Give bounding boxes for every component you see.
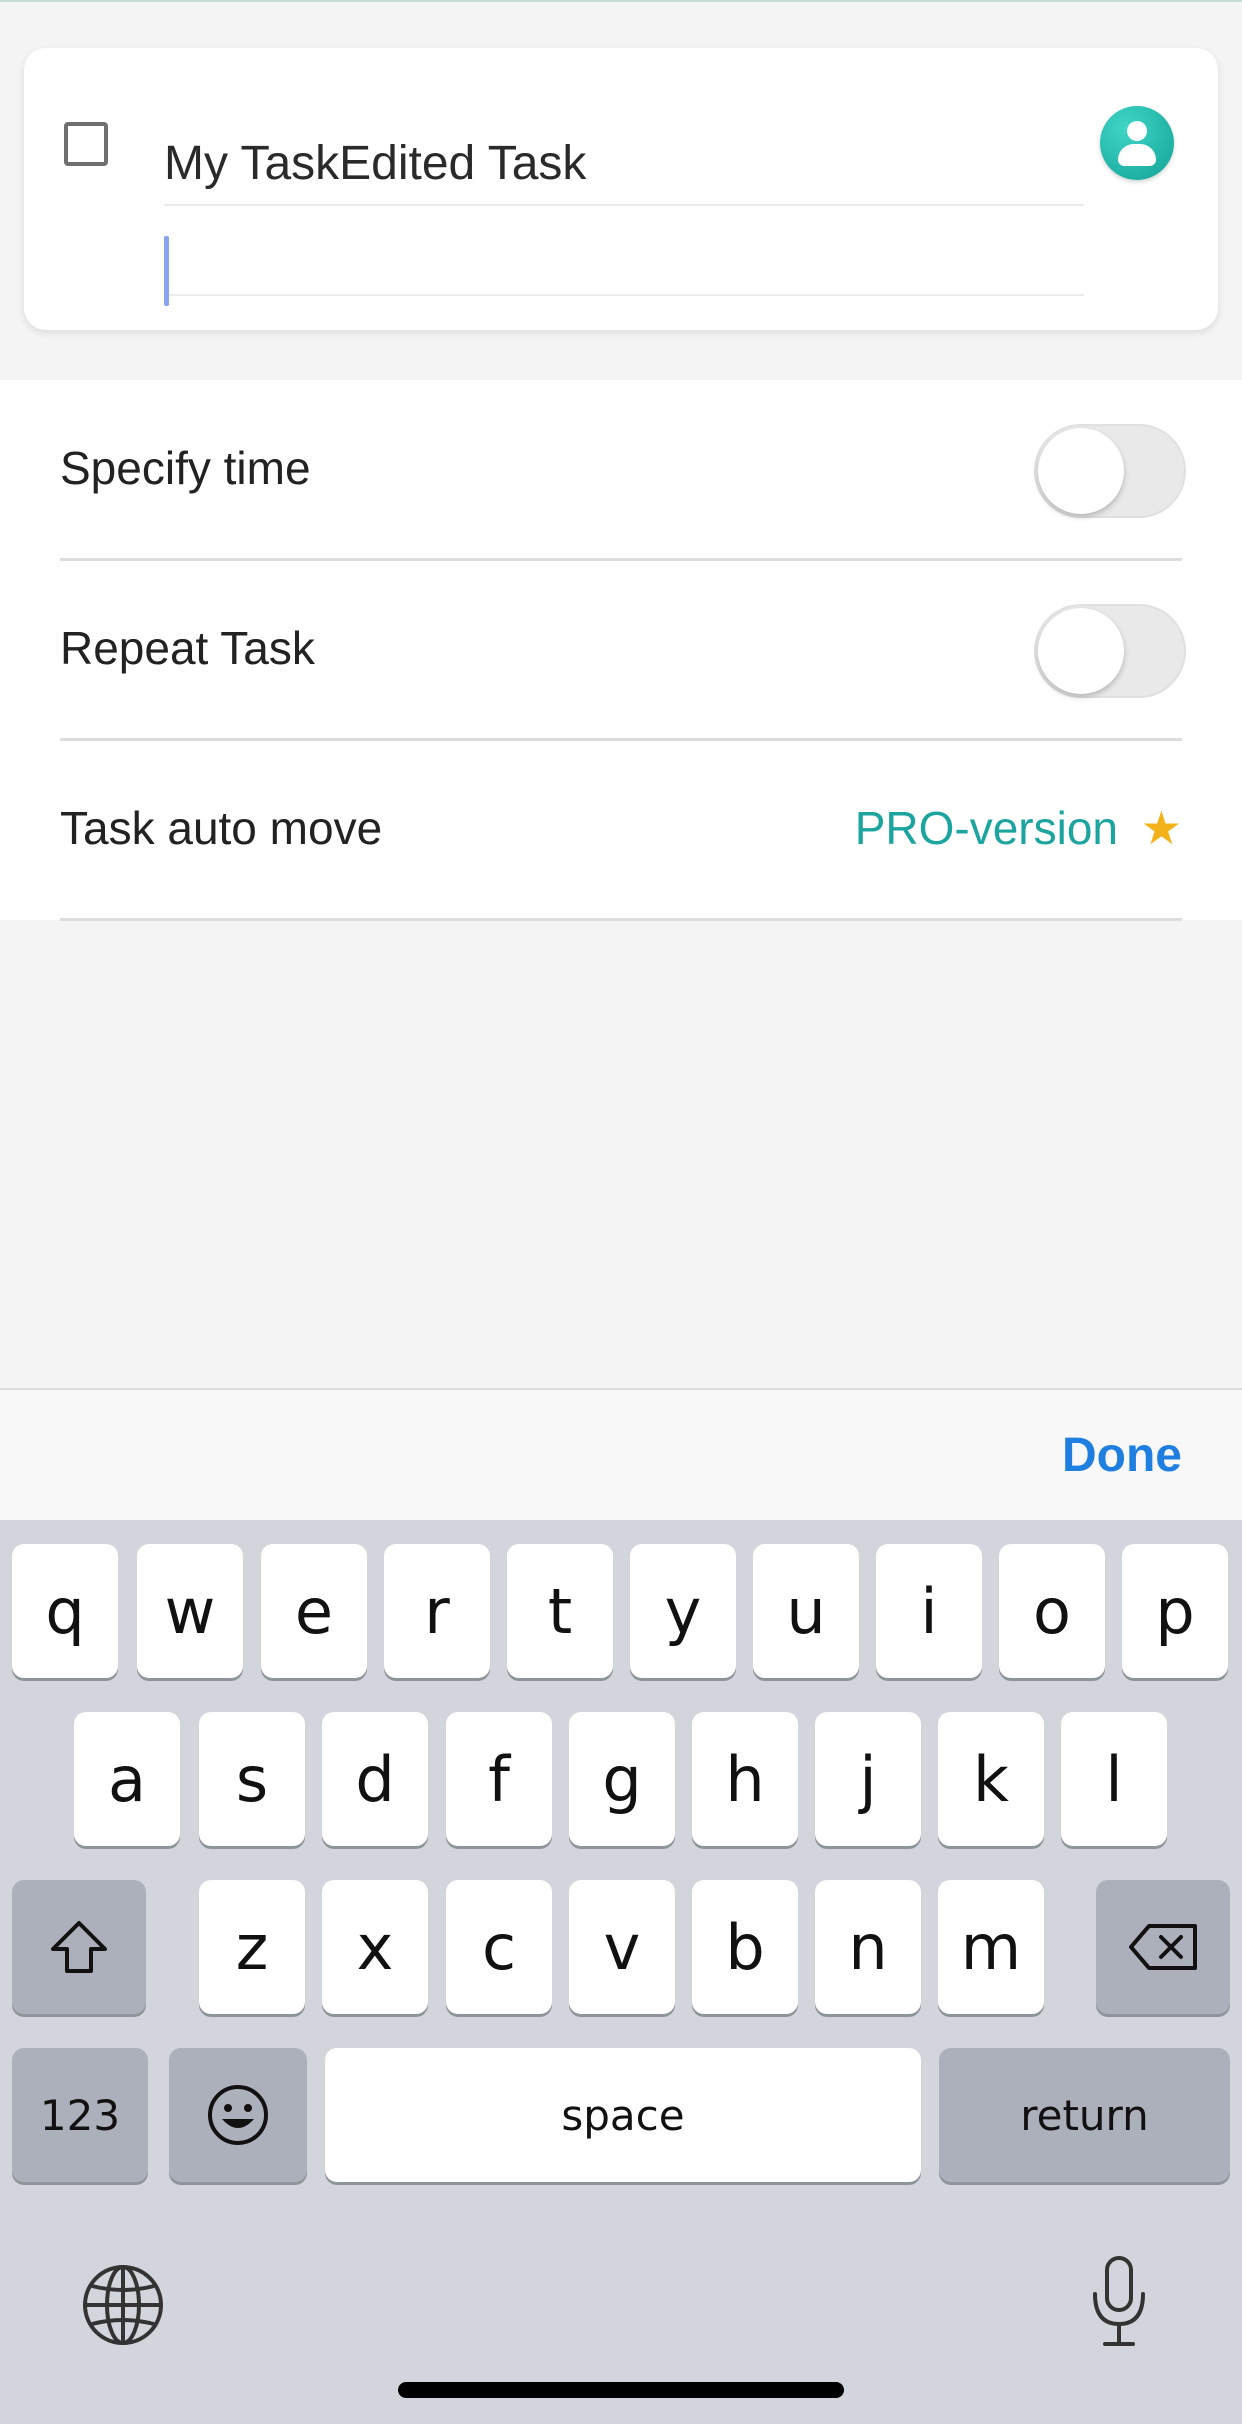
emoji-icon — [208, 2085, 268, 2145]
numbers-key[interactable]: 123 — [12, 2048, 148, 2182]
microphone-icon[interactable] — [1088, 2254, 1150, 2350]
space-key[interactable]: space — [325, 2048, 921, 2182]
key-q[interactable]: q — [12, 1544, 118, 1678]
key-c[interactable]: c — [446, 1880, 552, 2014]
specify-time-toggle[interactable] — [1034, 424, 1186, 518]
top-divider — [0, 0, 1242, 2]
key-y[interactable]: y — [630, 1544, 736, 1678]
key-x[interactable]: x — [322, 1880, 428, 2014]
task-title-input[interactable]: My TaskEdited Task — [164, 124, 1084, 206]
key-o[interactable]: o — [999, 1544, 1105, 1678]
pro-version-link[interactable]: PRO-version — [855, 798, 1118, 858]
text-cursor — [164, 236, 169, 306]
repeat-task-toggle[interactable] — [1034, 604, 1186, 698]
backspace-key[interactable] — [1096, 1880, 1230, 2014]
shift-key[interactable] — [12, 1880, 146, 2014]
key-a[interactable]: a — [74, 1712, 180, 1846]
key-g[interactable]: g — [569, 1712, 675, 1846]
setting-row-specify-time: Specify time — [60, 380, 1186, 561]
toggle-knob — [1038, 608, 1124, 694]
key-n[interactable]: n — [815, 1880, 921, 2014]
key-d[interactable]: d — [322, 1712, 428, 1846]
key-r[interactable]: r — [384, 1544, 490, 1678]
key-t[interactable]: t — [507, 1544, 613, 1678]
task-card: My TaskEdited Task — [24, 48, 1218, 330]
specify-time-label: Specify time — [60, 442, 311, 494]
task-settings-list: Specify time Repeat Task Task auto move … — [0, 380, 1242, 921]
emoji-key[interactable] — [169, 2048, 307, 2182]
shift-arrow-icon — [51, 1921, 107, 1973]
keyboard-accessory-bar: Done — [0, 1388, 1242, 1522]
key-k[interactable]: k — [938, 1712, 1044, 1846]
key-b[interactable]: b — [692, 1880, 798, 2014]
key-e[interactable]: e — [261, 1544, 367, 1678]
setting-row-task-auto-move[interactable]: Task auto move PRO-version ★ — [60, 740, 1182, 921]
repeat-task-label: Repeat Task — [60, 622, 315, 674]
key-p[interactable]: p — [1122, 1544, 1228, 1678]
globe-icon[interactable] — [80, 2262, 166, 2348]
keyboard: q w e r t y u i o p a s d f g h j k l z … — [0, 1520, 1242, 2424]
home-indicator — [398, 2382, 844, 2398]
key-h[interactable]: h — [692, 1712, 798, 1846]
key-z[interactable]: z — [199, 1880, 305, 2014]
star-icon: ★ — [1140, 802, 1182, 854]
setting-row-repeat-task: Repeat Task — [60, 560, 1186, 741]
task-note-input[interactable] — [164, 208, 1084, 306]
key-s[interactable]: s — [199, 1712, 305, 1846]
assignee-avatar-icon[interactable] — [1100, 106, 1174, 180]
key-i[interactable]: i — [876, 1544, 982, 1678]
key-u[interactable]: u — [753, 1544, 859, 1678]
task-complete-checkbox[interactable] — [64, 122, 108, 166]
key-v[interactable]: v — [569, 1880, 675, 2014]
toggle-knob — [1038, 428, 1124, 514]
key-j[interactable]: j — [815, 1712, 921, 1846]
backspace-icon — [1129, 1924, 1197, 1970]
done-button[interactable]: Done — [1062, 1426, 1182, 1486]
key-f[interactable]: f — [446, 1712, 552, 1846]
key-l[interactable]: l — [1061, 1712, 1167, 1846]
return-key[interactable]: return — [939, 2048, 1230, 2182]
key-m[interactable]: m — [938, 1880, 1044, 2014]
task-auto-move-label: Task auto move — [60, 802, 383, 854]
key-w[interactable]: w — [137, 1544, 243, 1678]
